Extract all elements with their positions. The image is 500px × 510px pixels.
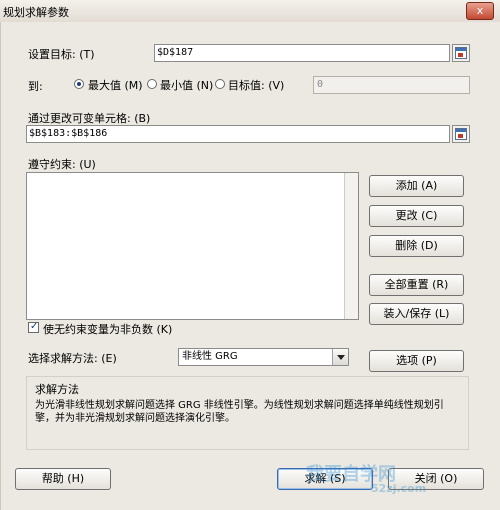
max-radio[interactable] xyxy=(74,79,84,89)
options-button[interactable]: 选项 (P) xyxy=(369,350,464,372)
nonnegative-label: 使无约束变量为非负数 (K) xyxy=(43,323,173,336)
solving-method-group: 求解方法 为光滑非线性规划求解问题选择 GRG 非线性引擎。为线性规划求解问题选… xyxy=(26,376,469,450)
value-of-radio[interactable] xyxy=(215,79,225,89)
chevron-down-icon[interactable] xyxy=(332,349,348,365)
constraints-list[interactable] xyxy=(26,172,359,320)
title-bar: 规划求解参数 x xyxy=(0,0,500,23)
description-line-2: 擎，并为非光滑规划求解问题选择演化引擎。 xyxy=(35,413,235,424)
value-of-radio-label: 目标值: (V) xyxy=(228,79,285,92)
add-constraint-button[interactable]: 添加 (A) xyxy=(369,175,464,197)
min-radio[interactable] xyxy=(147,79,157,89)
solving-method-label: 选择求解方法: (E) xyxy=(28,352,117,365)
watermark-url: 52zj.com xyxy=(371,482,427,495)
range-select-icon xyxy=(455,47,467,59)
collapse-dialog-objective-button[interactable] xyxy=(452,44,470,62)
collapse-dialog-changing-button[interactable] xyxy=(452,125,470,143)
solving-method-value: 非线性 GRG xyxy=(182,351,238,362)
max-radio-label: 最大值 (M) xyxy=(88,79,143,92)
constraints-scrollbar[interactable] xyxy=(344,173,358,319)
load-save-button[interactable]: 装入/保存 (L) xyxy=(369,303,464,325)
value-of-input[interactable]: 0 xyxy=(313,76,470,94)
description-line-1: 为光滑非线性规划求解问题选择 GRG 非线性引擎。为线性规划求解问题选择单纯线性… xyxy=(35,400,444,411)
reset-all-button[interactable]: 全部重置 (R) xyxy=(369,274,464,296)
solving-method-select[interactable]: 非线性 GRG xyxy=(178,348,349,366)
change-constraint-button[interactable]: 更改 (C) xyxy=(369,205,464,227)
delete-constraint-button[interactable]: 删除 (D) xyxy=(369,235,464,257)
solving-method-description: 为光滑非线性规划求解问题选择 GRG 非线性引擎。为线性规划求解问题选择单纯线性… xyxy=(35,399,465,425)
constraints-label: 遵守约束: (U) xyxy=(28,158,96,171)
set-objective-label: 设置目标: (T) xyxy=(28,48,95,61)
to-label: 到: xyxy=(28,80,43,93)
changing-cells-input[interactable]: $B$183:$B$186 xyxy=(26,125,450,143)
set-objective-input[interactable]: $D$187 xyxy=(154,44,450,62)
close-window-button[interactable]: x xyxy=(466,2,494,20)
range-select-icon xyxy=(455,128,467,140)
solving-method-title: 求解方法 xyxy=(35,383,79,396)
changing-cells-label: 通过更改可变单元格: (B) xyxy=(28,112,151,125)
nonnegative-checkbox[interactable]: ✓ xyxy=(28,321,39,333)
solver-parameters-dialog: 设置目标: (T) $D$187 到: 最大值 (M) 最小值 (N) 目标值:… xyxy=(0,22,500,510)
min-radio-label: 最小值 (N) xyxy=(160,79,214,92)
help-button[interactable]: 帮助 (H) xyxy=(15,468,111,490)
window-title: 规划求解参数 xyxy=(3,6,69,19)
checkmark-icon: ✓ xyxy=(30,321,39,332)
